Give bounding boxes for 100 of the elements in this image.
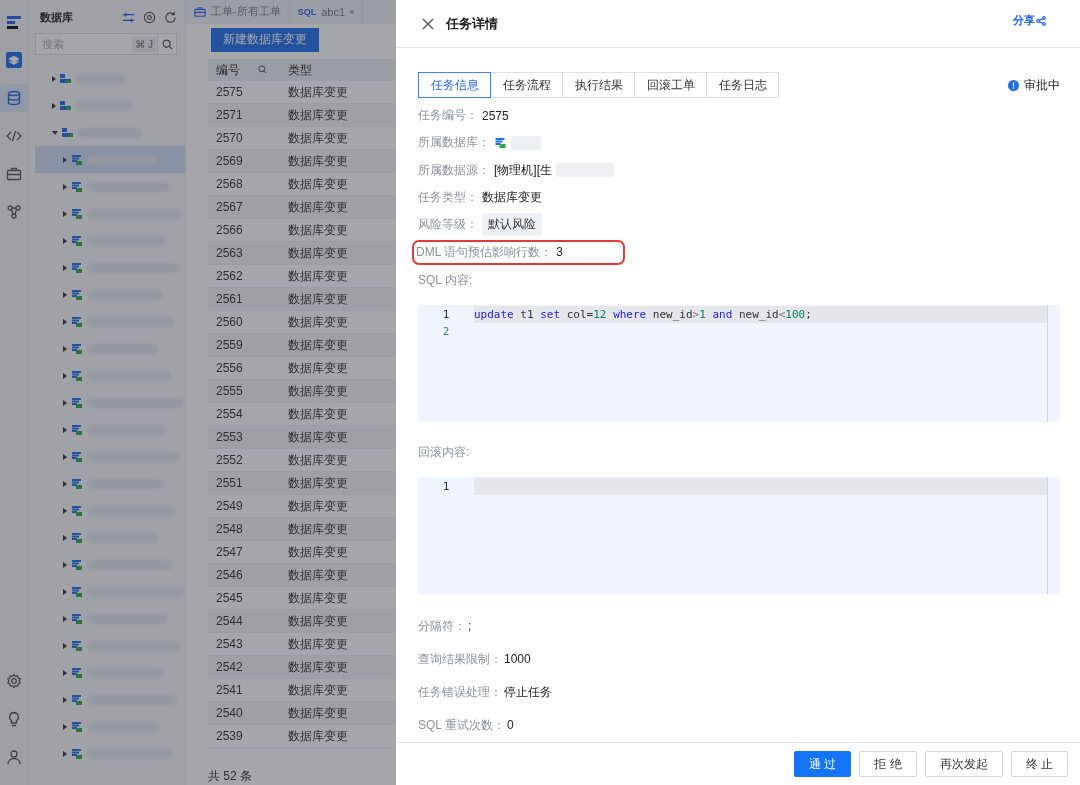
table-cell: 数据库变更 [280,103,396,127]
table-cell: 2544 [208,609,280,633]
layers-icon [6,52,22,68]
action-button[interactable]: 终 止 [1010,751,1068,777]
field-label: 所属数据库： [418,134,490,152]
field-value: 数据库变更 [482,189,542,207]
table-cell: 2546 [208,563,280,587]
database-icon [71,450,83,463]
database-icon [60,100,72,111]
database-icon [71,504,83,517]
code-editor[interactable]: 1 update t1 set col=12 where new_id>1 and new_id<100; 2 [418,304,1060,422]
table-cell: 2548 [208,517,280,541]
field-value: 1000 [504,652,531,667]
risk-tag: 默认风险 [482,213,542,237]
detail-tab[interactable]: 任务信息 [418,72,491,98]
database-icon [71,693,83,706]
database-icon [71,153,83,166]
database-icon [71,315,83,328]
code-editor[interactable]: 1 [418,476,1060,594]
database-icon [71,288,83,301]
code-line: update t1 set col=12 where new_id>1 and new_id<100; [474,307,812,321]
line-number: 1 [441,479,451,493]
user-icon [6,749,22,765]
table-cell: 数据库变更 [280,609,396,633]
detail-tab[interactable]: 回滚工单 [634,72,707,98]
table-cell: 2562 [208,264,280,288]
field-label: 风险等级： [418,216,478,234]
detail-tab[interactable]: 执行结果 [562,72,635,98]
share-icon [1036,15,1046,26]
field-label: SQL 内容: [418,271,474,289]
table-cell: 2568 [208,172,280,196]
action-button[interactable]: 拒 绝 [859,751,917,777]
table-cell: 2553 [208,425,280,449]
database-icon [71,747,83,760]
line-number: 2 [441,324,451,338]
field-label: 任务编号： [418,107,478,125]
table-cell: 数据库变更 [280,241,396,265]
panel-title: 数据库 [40,10,74,25]
table-cell: 2569 [208,149,280,173]
table-cell: 2560 [208,310,280,334]
column-header: 类型 [280,59,396,81]
detail-tab[interactable]: 任务流程 [490,72,563,98]
database-icon [71,234,83,247]
database-icon [71,639,83,652]
database-icon [71,261,83,274]
network-icon [6,204,22,220]
table-cell: 2547 [208,540,280,564]
table-cell: 2567 [208,195,280,219]
briefcase-icon [6,166,22,182]
close-icon[interactable] [422,17,434,30]
total-count: 共 52 条 [208,768,253,785]
share-link[interactable]: 分享 [1013,13,1046,28]
search-icon[interactable] [258,64,267,74]
search-button[interactable] [158,33,177,55]
database-icon [71,666,83,679]
database-icon [71,531,83,544]
table-cell: 2543 [208,632,280,656]
field-label: 回滚内容: [418,443,471,461]
table-cell: 2549 [208,494,280,518]
database-icon [71,720,83,733]
table-cell: 2570 [208,126,280,150]
detail-tab[interactable]: 任务日志 [706,72,779,98]
tree-item[interactable] [35,146,185,173]
rail-item[interactable] [0,84,28,112]
field-value: 2575 [482,108,509,123]
database-icon [71,180,83,193]
table-cell: 2540 [208,701,280,725]
drawer-title: 任务详情 [446,14,499,33]
table-cell: 2571 [208,103,280,127]
table-cell: 数据库变更 [280,517,396,541]
database-icon [71,396,83,409]
info-icon [1008,79,1019,91]
table-cell: 数据库变更 [280,471,396,495]
field-value: [物理机][生 [494,161,552,179]
unsaved-dot [350,9,355,14]
filter-icon[interactable] [122,11,135,24]
lightbulb-icon [6,711,22,727]
field-label: 任务类型： [418,189,478,207]
database-icon [71,558,83,571]
action-button[interactable]: 再次发起 [924,751,1003,777]
action-button[interactable]: 通 过 [793,751,852,777]
table-cell: 2554 [208,402,280,426]
table-cell: 2552 [208,448,280,472]
target-icon[interactable] [143,11,156,24]
refresh-icon[interactable] [164,11,177,24]
table-cell: 2559 [208,333,280,357]
table-cell: 数据库变更 [280,425,396,449]
sql-label: SQL [297,6,317,17]
database-icon [71,207,83,220]
field-value: 3 [556,245,563,260]
database-icon [60,73,72,84]
database-icon [71,585,83,598]
table-cell: 数据库变更 [280,333,396,357]
field-label: 查询结果限制： [418,650,502,668]
database-icon [494,137,507,149]
table-cell: 2551 [208,471,280,495]
table-cell: 数据库变更 [280,195,396,219]
table-cell: 2561 [208,287,280,311]
column-header: 编号 [208,59,280,81]
field-value: ; [468,619,472,634]
